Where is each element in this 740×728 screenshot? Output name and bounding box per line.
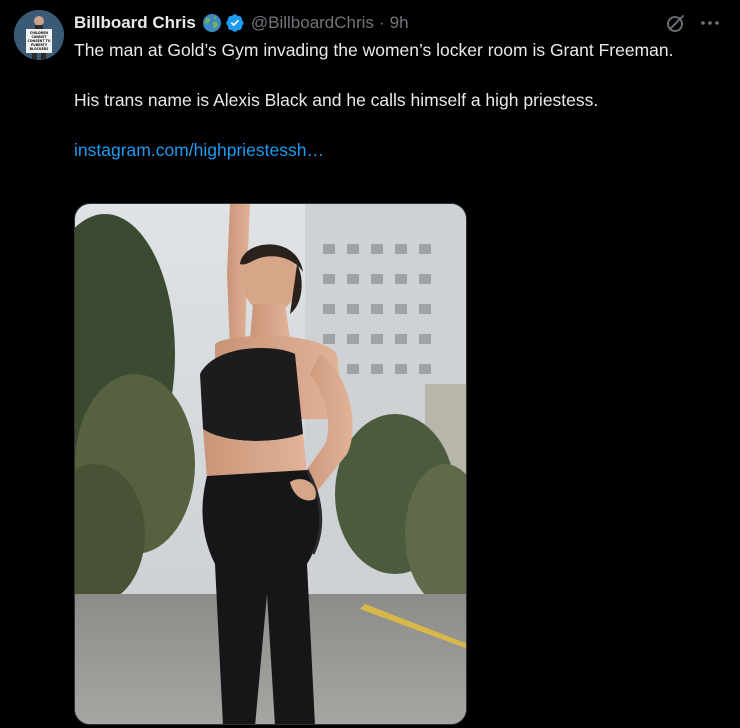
separator-dot: · [378,13,385,32]
tweet-timestamp[interactable]: 9h [390,13,409,33]
tweet[interactable]: CHILDREN CANNOT CONSENT TO PUBERTY BLOCK… [0,0,740,728]
tweet-header: Billboard Chris @BillboardChris · 9h [74,12,409,34]
grok-icon[interactable] [665,12,687,34]
more-options-icon[interactable] [697,12,723,34]
tweet-paragraph: The man at Gold’s Gym invading the women… [74,40,674,60]
tweet-paragraph: His trans name is Alexis Black and he ca… [74,90,599,110]
avatar-sign-line: BLOCKERS [30,47,49,51]
globe-emoji-icon [202,13,222,33]
verified-badge-icon[interactable] [225,13,245,33]
tweet-link[interactable]: instagram.com/highpriestessh… [74,138,714,163]
author-handle[interactable]: @BillboardChris [251,13,374,33]
avatar[interactable]: CHILDREN CANNOT CONSENT TO PUBERTY BLOCK… [14,10,64,60]
tweet-photo[interactable] [74,203,467,725]
tweet-text: The man at Gold’s Gym invading the women… [74,38,714,163]
display-name[interactable]: Billboard Chris [74,13,196,33]
